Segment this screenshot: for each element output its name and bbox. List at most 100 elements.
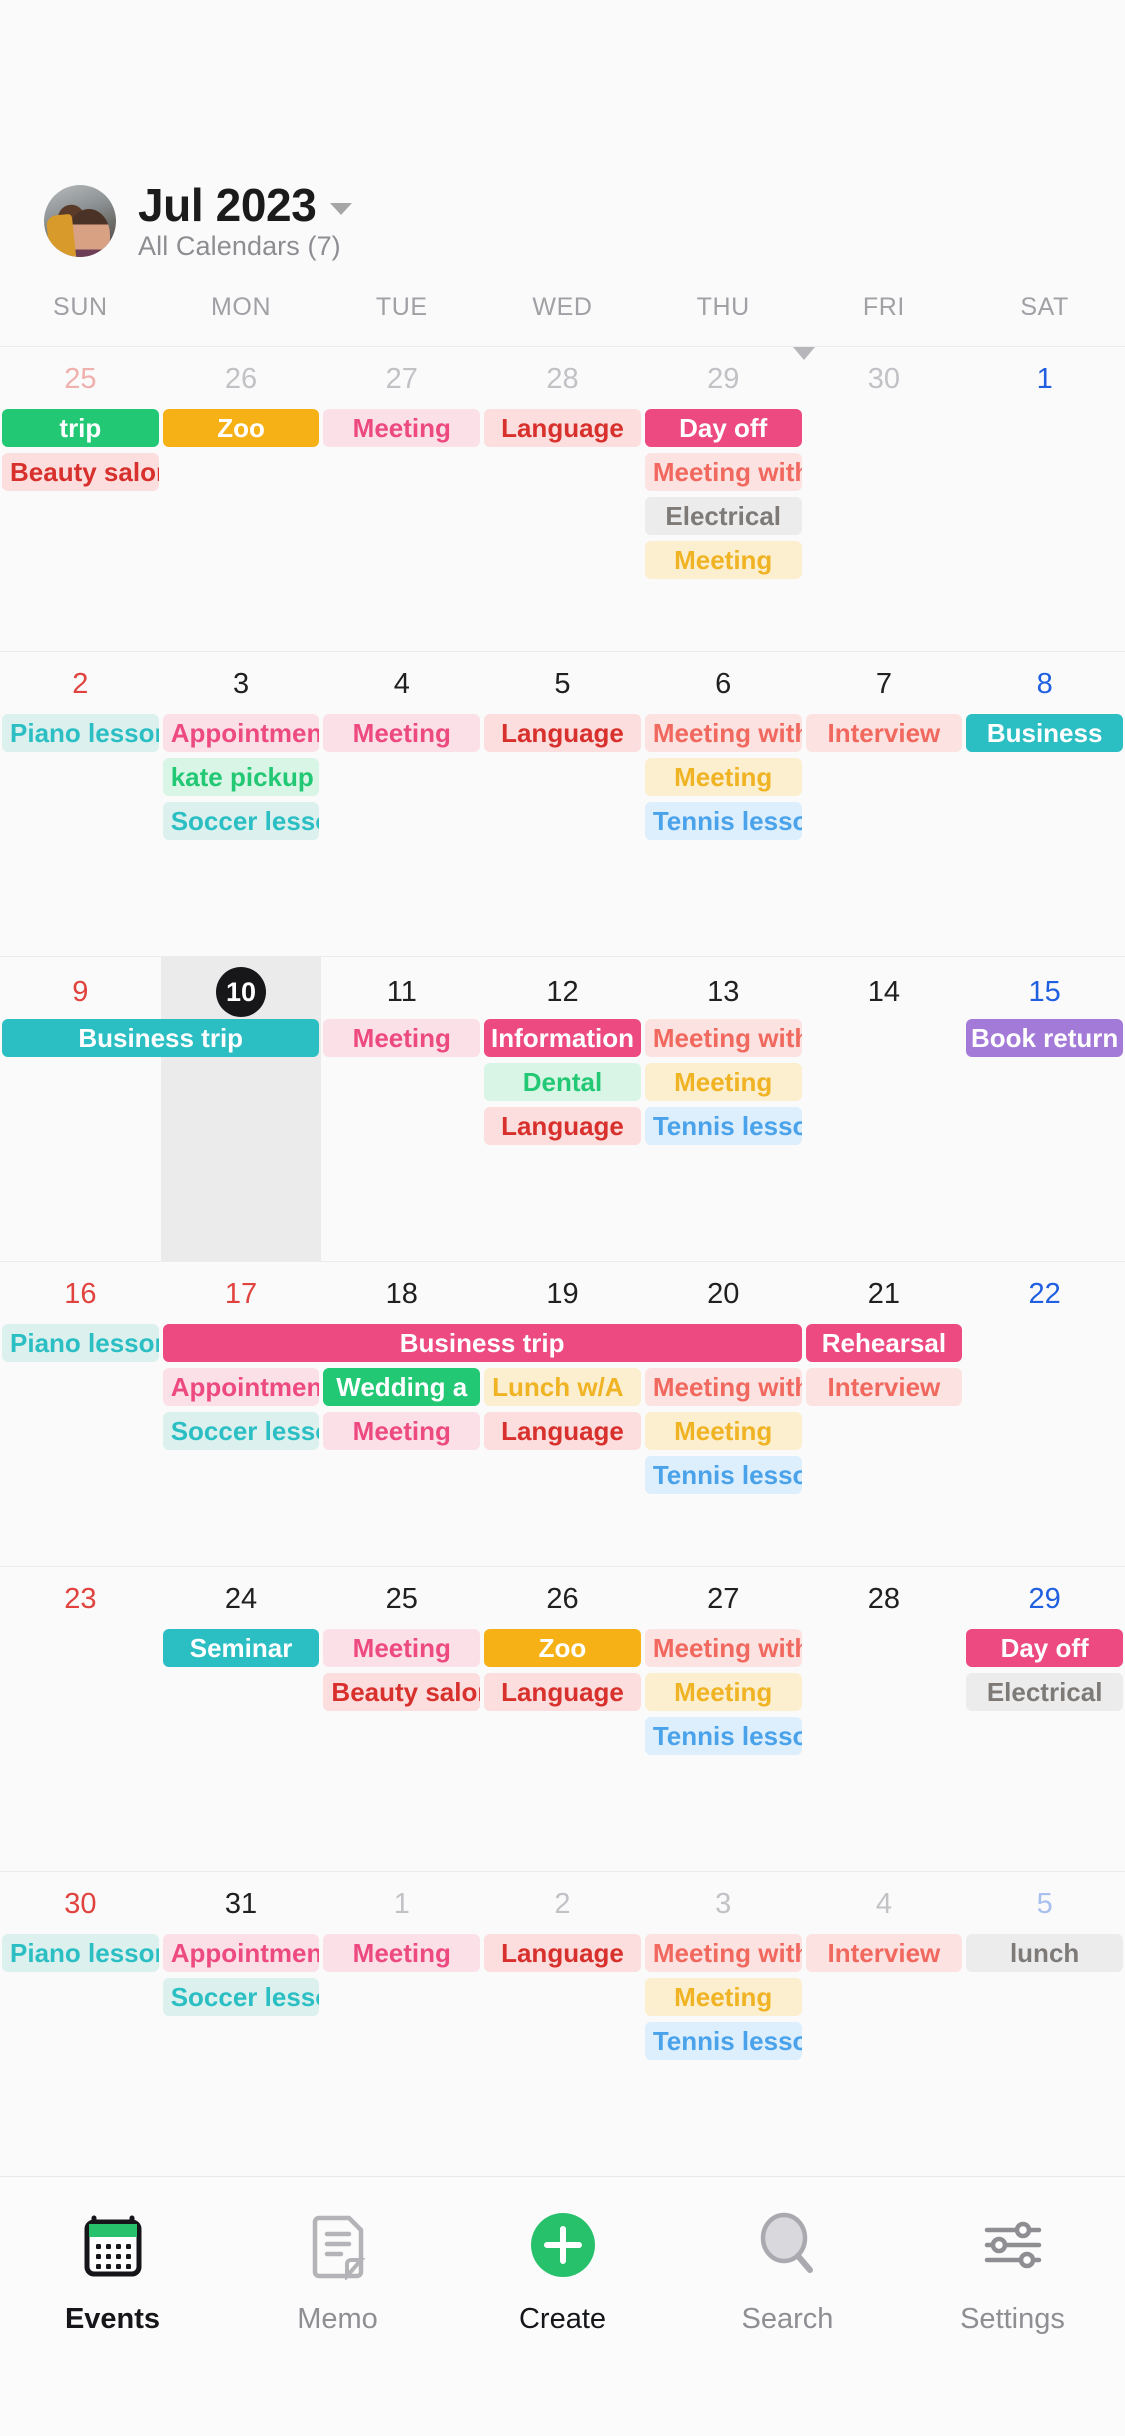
day-cell[interactable]: 26 — [482, 1567, 643, 1621]
event-chip[interactable]: kate pickup — [162, 758, 320, 796]
day-cell[interactable]: 4 — [321, 652, 482, 706]
event-chip[interactable]: Piano lesson — [2, 1934, 159, 1972]
day-cell[interactable]: 25 — [321, 1567, 482, 1621]
event-chip[interactable]: Interview — [805, 1934, 963, 1972]
day-cell[interactable]: 23 — [0, 1567, 161, 1621]
event-chip[interactable]: Meeting — [644, 1978, 802, 2016]
event-chip[interactable]: Beauty salon — [2, 453, 159, 491]
day-cell[interactable]: 22 — [964, 1262, 1125, 1316]
event-chip[interactable]: Language — [484, 409, 641, 447]
event-chip[interactable]: Meeting — [323, 1019, 481, 1057]
event-chip[interactable]: Zoo — [162, 409, 320, 447]
event-chip[interactable]: lunch — [966, 1934, 1123, 1972]
event-chip[interactable]: Meeting with — [644, 1934, 802, 1972]
day-cell[interactable]: 28 — [804, 1567, 965, 1621]
day-cell[interactable]: 31 — [161, 1872, 322, 1926]
event-chip[interactable]: Language — [484, 1412, 641, 1450]
event-chip[interactable]: Soccer lesson — [162, 1412, 320, 1450]
event-chip[interactable]: Meeting with — [644, 1368, 802, 1406]
day-cell[interactable]: 27 — [643, 1567, 804, 1621]
tab-events[interactable]: Events — [0, 2207, 225, 2336]
chevron-down-icon[interactable] — [330, 202, 353, 215]
event-chip[interactable]: Language — [484, 1934, 641, 1972]
tab-settings[interactable]: Settings — [900, 2207, 1125, 2336]
day-cell[interactable]: 20 — [643, 1262, 804, 1316]
event-chip[interactable]: Wedding a — [323, 1368, 481, 1406]
event-chip[interactable]: Electrical — [966, 1673, 1123, 1711]
month-selector[interactable]: Jul 2023 — [138, 180, 353, 229]
day-cell[interactable]: 25 — [0, 347, 161, 401]
week-row[interactable]: 16 17 18 19 20 21 22 Piano lesson Business trip R… — [0, 1261, 1125, 1566]
event-chip[interactable]: Meeting — [644, 758, 802, 796]
tab-create[interactable]: Create — [450, 2207, 675, 2336]
event-chip[interactable]: Interview — [805, 714, 963, 752]
day-cell[interactable]: 1 — [321, 1872, 482, 1926]
event-chip[interactable]: Soccer lesson — [162, 1978, 320, 2016]
day-cell[interactable]: 2 — [482, 1872, 643, 1926]
day-cell[interactable]: 8 — [964, 652, 1125, 706]
month-grid[interactable]: 25 26 27 28 29 30 1 trip Zoo Meeting Language Day o… — [0, 346, 1125, 2176]
day-cell-today[interactable]: 10 — [161, 957, 322, 1017]
event-chip[interactable]: Day off — [966, 1629, 1123, 1667]
event-chip[interactable]: Language — [484, 1107, 641, 1145]
day-cell[interactable]: 9 — [0, 957, 161, 1017]
event-chip[interactable]: Tennis lesson — [644, 1107, 802, 1145]
day-cell[interactable]: 3 — [643, 1872, 804, 1926]
event-chip[interactable]: Day off — [644, 409, 802, 447]
week-row[interactable]: 9 10 11 12 13 14 15 Business trip Meeting Informa… — [0, 956, 1125, 1261]
day-cell[interactable]: 18 — [321, 1262, 482, 1316]
event-chip[interactable]: Tennis lesson — [644, 1456, 802, 1494]
event-chip[interactable]: Piano lesson — [2, 1324, 159, 1362]
event-chip[interactable]: Tennis lesson — [644, 802, 802, 840]
event-chip[interactable]: Beauty salon — [323, 1673, 481, 1711]
day-cell[interactable]: 29 — [964, 1567, 1125, 1621]
event-chip[interactable]: Business trip — [2, 1019, 320, 1057]
event-chip[interactable]: Zoo — [484, 1629, 641, 1667]
event-chip[interactable]: Meeting — [644, 1063, 802, 1101]
event-chip[interactable]: Appointment — [162, 1934, 320, 1972]
event-chip[interactable]: Soccer lesson — [162, 802, 320, 840]
day-cell[interactable]: 7 — [804, 652, 965, 706]
day-cell[interactable]: 6 — [643, 652, 804, 706]
day-cell[interactable]: 19 — [482, 1262, 643, 1316]
event-chip[interactable]: Meeting — [644, 1673, 802, 1711]
event-chip[interactable]: Lunch w/A — [484, 1368, 641, 1406]
event-chip[interactable]: Meeting — [644, 541, 802, 579]
event-chip[interactable]: Meeting with — [644, 453, 802, 491]
day-cell[interactable]: 24 — [161, 1567, 322, 1621]
tab-search[interactable]: Search — [675, 2207, 900, 2336]
day-cell[interactable]: 2 — [0, 652, 161, 706]
day-cell[interactable]: 29 — [643, 347, 804, 401]
bottom-tab-bar[interactable]: Events Memo Create Search Settings — [0, 2176, 1125, 2436]
event-chip[interactable]: Information — [484, 1019, 641, 1057]
day-cell[interactable]: 16 — [0, 1262, 161, 1316]
event-chip[interactable]: Electrical — [644, 497, 802, 535]
event-chip[interactable]: Tennis lesson — [644, 2022, 802, 2060]
calendar-filter-label[interactable]: All Calendars (7) — [138, 231, 352, 262]
event-chip[interactable]: Meeting with — [644, 1629, 802, 1667]
day-cell[interactable]: 28 — [482, 347, 643, 401]
event-chip[interactable]: Meeting — [323, 1412, 481, 1450]
event-chip[interactable]: Appointment — [162, 1368, 320, 1406]
day-cell[interactable]: 27 — [321, 347, 482, 401]
event-chip[interactable]: Appointment — [162, 714, 320, 752]
event-chip[interactable]: Language — [484, 1673, 641, 1711]
day-cell[interactable]: 30 — [0, 1872, 161, 1926]
plus-circle-icon[interactable] — [525, 2207, 601, 2283]
event-chip[interactable]: Meeting — [644, 1412, 802, 1450]
day-cell[interactable]: 30 — [804, 347, 965, 401]
week-row[interactable]: 2 3 4 5 6 7 8 Piano lesson Appointment Meeting Lan… — [0, 651, 1125, 956]
event-chip[interactable]: Book return — [966, 1019, 1123, 1057]
week-row[interactable]: 23 24 25 26 27 28 29 Seminar Meeting Zoo Meeting w… — [0, 1566, 1125, 1871]
day-cell[interactable]: 17 — [161, 1262, 322, 1316]
week-row[interactable]: 30 31 1 2 3 4 5 Piano lesson Appointment Meeting L… — [0, 1871, 1125, 2176]
event-chip[interactable]: Meeting with — [644, 714, 802, 752]
tab-memo[interactable]: Memo — [225, 2207, 450, 2336]
day-cell[interactable]: 15 — [964, 957, 1125, 1017]
event-chip[interactable]: Meeting — [323, 1934, 481, 1972]
day-cell[interactable]: 3 — [161, 652, 322, 706]
avatar[interactable] — [44, 185, 116, 258]
day-cell[interactable]: 4 — [804, 1872, 965, 1926]
event-chip[interactable]: Meeting — [323, 409, 481, 447]
event-chip[interactable]: Rehearsal — [805, 1324, 963, 1362]
